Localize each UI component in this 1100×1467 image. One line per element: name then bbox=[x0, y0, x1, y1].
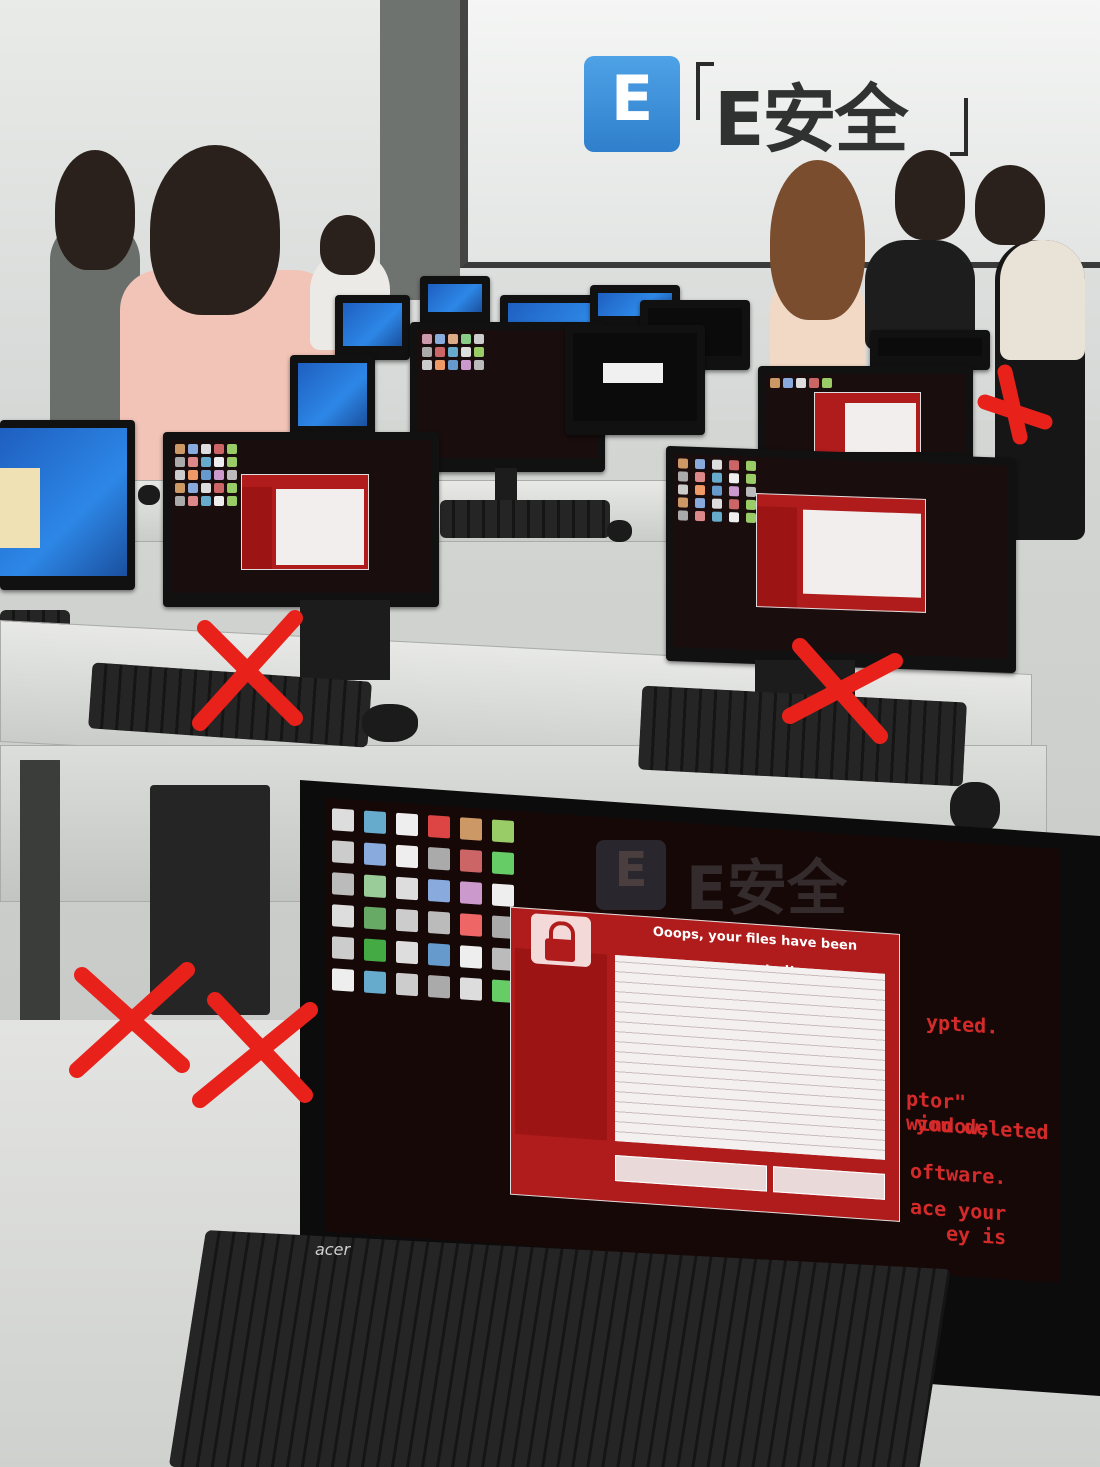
desktop-icons bbox=[678, 458, 760, 524]
bg-text-line-6: ey is bbox=[946, 1221, 1007, 1250]
padlock-icon bbox=[531, 913, 591, 968]
ransom-window bbox=[241, 474, 369, 570]
desktop-icons bbox=[175, 444, 237, 506]
mouse-second-left bbox=[362, 704, 418, 742]
logo-badge-icon: E bbox=[584, 56, 680, 152]
red-x-mark-3 bbox=[977, 364, 1053, 445]
desktop-icons bbox=[770, 378, 832, 388]
keyboard-brand: acer bbox=[315, 1240, 351, 1259]
logo-text: E安全 bbox=[714, 77, 909, 163]
person-pink-shirt-hair bbox=[150, 145, 280, 315]
watermark-text: E安全 bbox=[686, 854, 847, 924]
monitor-back-1 bbox=[420, 276, 490, 326]
photo-scene: Ooops, your files have been encrypted! y… bbox=[0, 0, 1100, 1467]
red-x-mark-5 bbox=[192, 992, 318, 1108]
person-left-back-hair bbox=[55, 150, 135, 270]
red-x-mark-2 bbox=[782, 638, 903, 744]
monitor-mid-right-off bbox=[565, 325, 705, 435]
monitor-back-2 bbox=[335, 295, 410, 360]
logo-bracket-right bbox=[950, 98, 968, 156]
mouse-mid bbox=[607, 520, 632, 542]
ransom-window bbox=[814, 392, 921, 452]
desk-leg-left bbox=[20, 760, 60, 1020]
red-x-mark-1 bbox=[192, 610, 303, 731]
person-white-back-hair bbox=[320, 215, 375, 275]
person-right-skirt-hair bbox=[975, 165, 1045, 245]
keyboard-front bbox=[168, 1230, 951, 1467]
ransom-side-panel bbox=[515, 948, 607, 1141]
ransom-text-area bbox=[615, 955, 885, 1160]
bg-text-line-5: ace your bbox=[910, 1194, 1007, 1226]
keyboard-mid bbox=[440, 500, 610, 538]
monitor-back-6 bbox=[870, 330, 990, 370]
esecurity-logo: E E安全 bbox=[584, 56, 984, 163]
person-right-tan-hair bbox=[770, 160, 865, 320]
decrypt-button[interactable] bbox=[773, 1166, 885, 1200]
mouse-left bbox=[138, 485, 160, 505]
ransom-window bbox=[756, 493, 926, 613]
logo-bracket-left bbox=[696, 62, 714, 120]
monitor-mid-blue-left bbox=[290, 355, 375, 440]
logo-badge-letter: E bbox=[610, 62, 654, 135]
desktop-icons bbox=[332, 808, 514, 1003]
bg-text-line-1: ypted. bbox=[926, 1009, 999, 1039]
desktop-icons bbox=[422, 334, 484, 370]
ransom-window-front: Ooops, your files have been encrypted! bbox=[510, 906, 900, 1222]
watermark-badge-icon: E bbox=[596, 840, 666, 910]
bg-text-line-4: oftware. bbox=[910, 1158, 1007, 1190]
red-x-mark-4 bbox=[69, 962, 195, 1078]
watermark-badge-letter: E bbox=[614, 842, 648, 898]
pillar bbox=[380, 0, 460, 300]
monitor-left-blue bbox=[0, 420, 135, 590]
monitor-second-left bbox=[163, 432, 439, 607]
person-right-skirt-top bbox=[1000, 240, 1085, 360]
check-payment-button[interactable] bbox=[615, 1155, 767, 1192]
